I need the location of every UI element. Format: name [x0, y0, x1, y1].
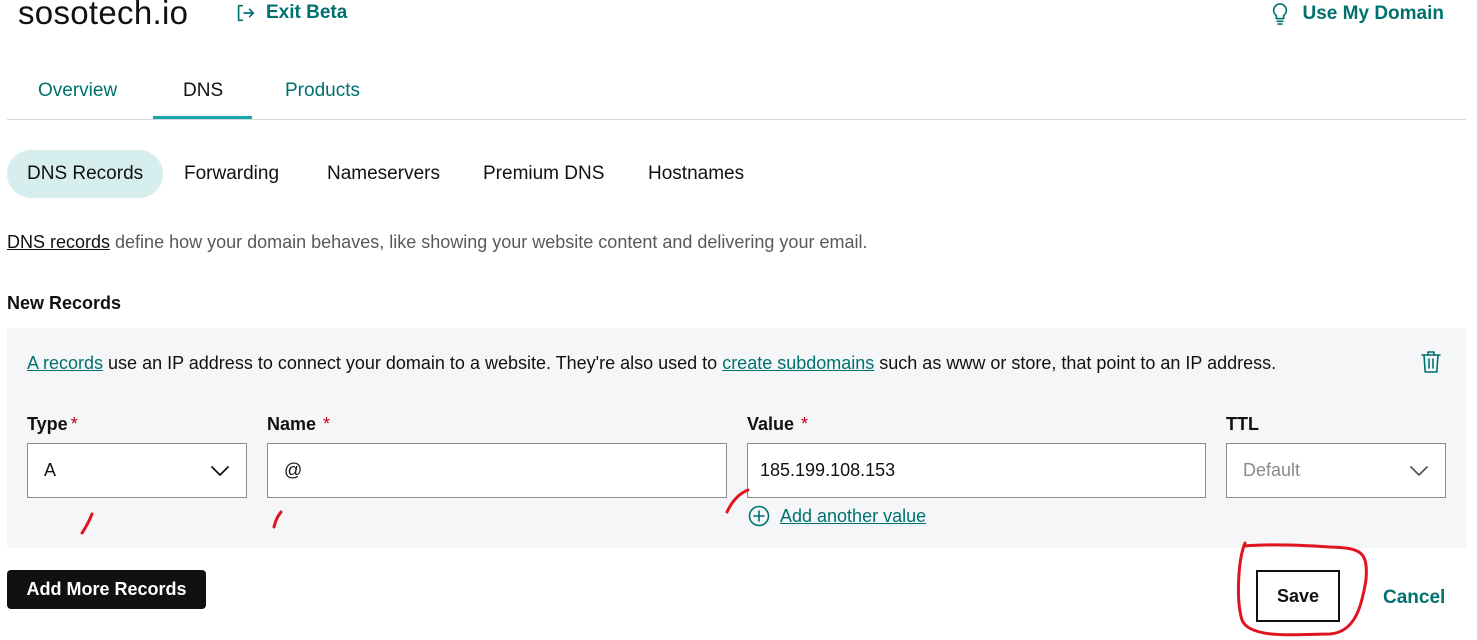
value-input[interactable]: 185.199.108.153	[747, 443, 1206, 498]
tab-products[interactable]: Products	[285, 80, 360, 102]
subtab-hostnames[interactable]: Hostnames	[648, 150, 744, 198]
record-description: A records use an IP address to connect y…	[27, 353, 1276, 374]
add-more-records-button[interactable]: Add More Records	[7, 570, 206, 609]
ttl-select[interactable]: Default	[1226, 443, 1446, 498]
type-label: Type *	[27, 414, 78, 434]
required-mark: *	[323, 414, 331, 434]
type-select[interactable]: A	[27, 443, 247, 498]
save-button[interactable]: Save	[1256, 570, 1340, 622]
chevron-down-icon	[211, 465, 229, 476]
tab-overview[interactable]: Overview	[38, 80, 117, 102]
cancel-button[interactable]: Cancel	[1383, 587, 1445, 609]
ttl-placeholder: Default	[1243, 460, 1301, 480]
intro-text: DNS records define how your domain behav…	[7, 232, 867, 253]
plus-circle-icon	[748, 505, 770, 527]
section-title: New Records	[7, 293, 122, 313]
create-subdomains-link[interactable]: create subdomains	[722, 353, 874, 373]
a-records-link[interactable]: A records	[27, 353, 103, 373]
exit-beta-label: Exit Beta	[266, 2, 348, 23]
main-tabs: Overview DNS Products	[7, 60, 1466, 120]
subtab-dns-records[interactable]: DNS Records	[7, 150, 164, 198]
record-desc-text2: such as www or store, that point to an I…	[874, 353, 1277, 373]
record-desc-text1: use an IP address to connect your domain…	[103, 353, 723, 373]
add-another-value-label: Add another value	[780, 505, 927, 526]
ttl-label: TTL	[1226, 414, 1259, 434]
intro-description: define how your domain behaves, like sho…	[110, 232, 868, 252]
record-panel: A records use an IP address to connect y…	[7, 328, 1466, 548]
value-value: 185.199.108.153	[760, 460, 896, 480]
exit-icon	[237, 4, 255, 22]
exit-beta-link[interactable]: Exit Beta	[234, 2, 347, 24]
use-my-domain-label: Use My Domain	[1302, 3, 1444, 24]
trash-icon[interactable]	[1420, 350, 1442, 374]
name-input[interactable]: @	[267, 443, 727, 498]
required-mark: *	[801, 414, 809, 434]
use-my-domain-link[interactable]: Use My Domain	[1269, 2, 1444, 26]
lightbulb-icon	[1272, 3, 1287, 25]
tab-dns[interactable]: DNS	[183, 80, 223, 102]
name-value: @	[284, 460, 303, 480]
add-another-value-link[interactable]: Add another value	[748, 505, 926, 527]
subtab-nameservers[interactable]: Nameservers	[327, 150, 440, 198]
subtab-forwarding[interactable]: Forwarding	[184, 150, 279, 198]
required-mark: *	[70, 414, 78, 434]
chevron-down-icon	[1410, 465, 1428, 476]
domain-title: sosotech.io	[18, 0, 189, 31]
name-label: Name *	[267, 414, 331, 434]
value-label: Value *	[747, 414, 809, 434]
subtab-premium-dns[interactable]: Premium DNS	[483, 150, 604, 198]
active-tab-indicator	[153, 116, 252, 119]
type-value: A	[44, 460, 57, 480]
dns-records-link[interactable]: DNS records	[7, 232, 110, 252]
